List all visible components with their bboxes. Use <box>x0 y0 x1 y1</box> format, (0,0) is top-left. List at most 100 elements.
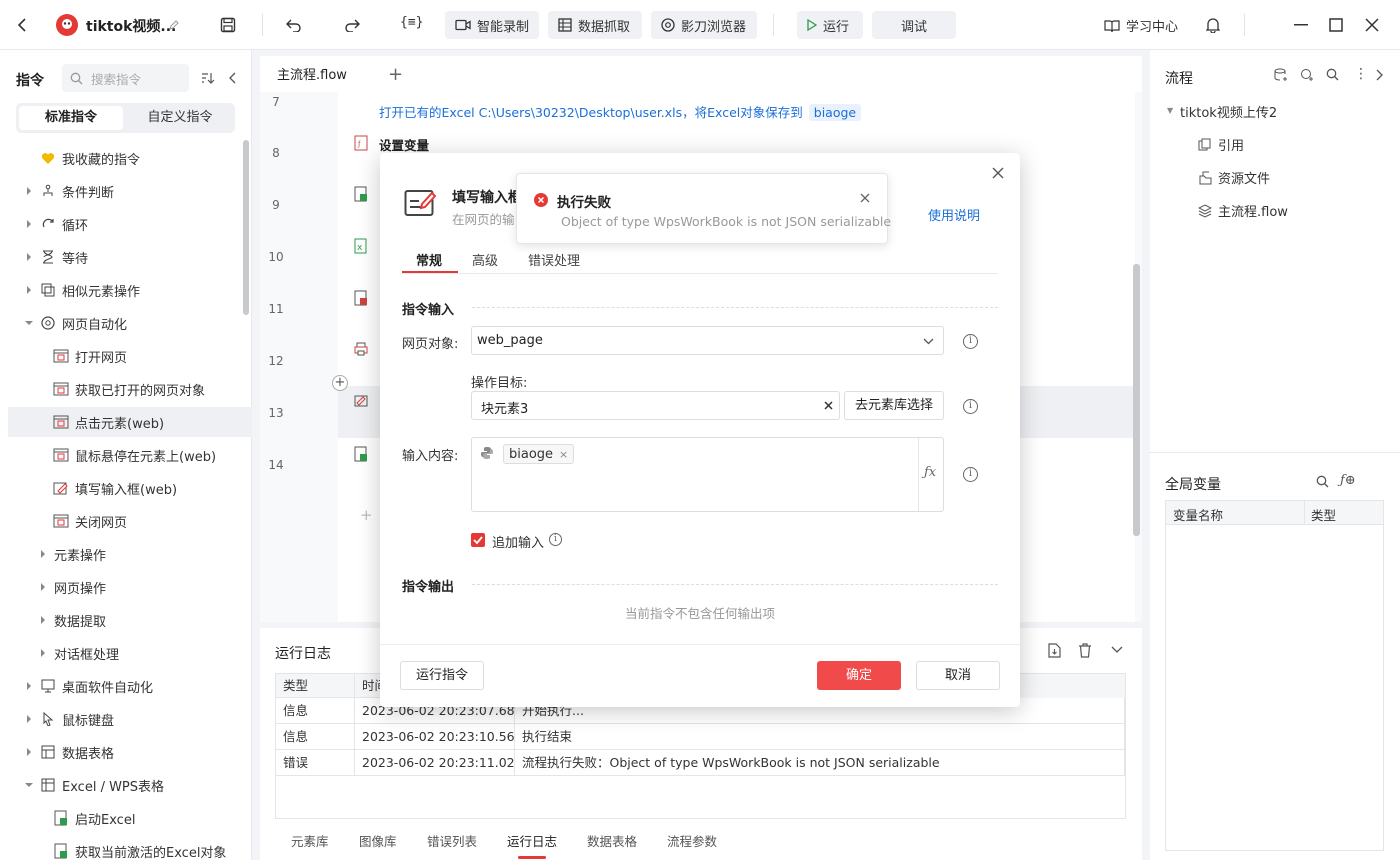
bottom-tab[interactable]: 错误列表 <box>427 831 477 850</box>
web-object-select[interactable]: web_page <box>471 326 944 355</box>
step-8-title[interactable]: 设置变量 <box>379 135 429 154</box>
command-tree-item[interactable]: 元素操作 <box>8 539 252 569</box>
command-tree-item[interactable]: 点击元素(web) <box>8 407 252 437</box>
add-flow-icon[interactable] <box>1274 68 1289 82</box>
caret-right-icon[interactable] <box>24 681 34 691</box>
command-tree-item[interactable]: 数据提取 <box>8 605 252 635</box>
flow-tree-resources[interactable]: 资源文件 <box>1198 168 1270 187</box>
append-input-checkbox[interactable] <box>471 533 485 547</box>
flow-search-icon[interactable] <box>1326 68 1339 81</box>
flow-tree-references[interactable]: 引用 <box>1198 135 1244 154</box>
run-command-button[interactable]: 运行指令 <box>400 661 484 690</box>
bell-icon[interactable] <box>1203 15 1223 35</box>
caret-down-icon[interactable] <box>24 780 34 790</box>
dialog-tab[interactable]: 错误处理 <box>528 250 580 269</box>
more-options-icon[interactable]: ⋮ <box>1354 67 1368 81</box>
help-link[interactable]: 使用说明 <box>928 205 980 224</box>
caret-right-icon[interactable] <box>38 648 48 658</box>
remove-tag-icon[interactable]: × <box>559 448 568 461</box>
caret-right-icon[interactable] <box>24 252 34 262</box>
rename-pen-icon[interactable] <box>164 15 184 35</box>
command-tree-item[interactable]: 打开网页 <box>8 341 252 371</box>
collapse-log-icon[interactable] <box>1111 646 1123 654</box>
command-tree-item[interactable]: 获取已打开的网页对象 <box>8 374 252 404</box>
caret-right-icon[interactable] <box>24 714 34 724</box>
caret-right-icon[interactable] <box>24 285 34 295</box>
close-dialog-icon[interactable] <box>992 167 1004 179</box>
command-tree-item[interactable]: 我收藏的指令 <box>8 143 252 173</box>
bottom-tab[interactable]: 流程参数 <box>667 831 717 850</box>
content-variable-tag[interactable]: biaoge × <box>503 444 575 464</box>
collapse-panel-icon[interactable] <box>222 68 242 88</box>
caret-right-icon[interactable] <box>38 549 48 559</box>
command-tree-item[interactable]: 等待 <box>8 242 252 272</box>
maximize-icon[interactable] <box>1326 15 1346 35</box>
tab-custom-commands[interactable]: 自定义指令 <box>128 106 232 130</box>
tab-standard-commands[interactable]: 标准指令 <box>19 106 123 130</box>
command-tree-item[interactable]: 条件判断 <box>8 176 252 206</box>
step-7-text[interactable]: 打开已有的Excel C:\Users\30232\Desktop\user.x… <box>379 102 862 121</box>
target-info-icon[interactable]: i <box>963 399 978 414</box>
undo-icon[interactable] <box>284 15 304 35</box>
content-info-icon[interactable]: i <box>963 467 978 482</box>
command-tree-item[interactable]: 对话框处理 <box>8 638 252 668</box>
save-icon[interactable] <box>218 15 238 35</box>
caret-right-icon[interactable] <box>38 582 48 592</box>
append-info-icon[interactable]: i <box>549 533 562 546</box>
sort-icon[interactable] <box>198 68 218 88</box>
collapse-right-icon[interactable] <box>1376 69 1384 81</box>
command-tree-item[interactable]: 数据表格 <box>8 737 252 767</box>
command-tree-item[interactable]: 鼠标键盘 <box>8 704 252 734</box>
command-tree-item[interactable]: 关闭网页 <box>8 506 252 536</box>
web-object-info-icon[interactable]: i <box>963 334 978 349</box>
content-input[interactable]: biaoge × ƒx <box>471 437 944 512</box>
run-button[interactable]: 运行 <box>797 11 863 39</box>
command-tree-item[interactable]: 获取当前激活的Excel对象 <box>8 836 252 860</box>
caret-down-icon[interactable] <box>24 318 34 328</box>
command-tree-item[interactable]: 鼠标悬停在元素上(web) <box>8 440 252 470</box>
flow-tree-main-flow[interactable]: 主流程.flow <box>1198 201 1288 220</box>
bottom-tab[interactable]: 运行日志 <box>507 831 557 850</box>
bottom-tab[interactable]: 元素库 <box>291 831 329 850</box>
command-tree-item[interactable]: 相似元素操作 <box>8 275 252 305</box>
command-search-input[interactable]: 搜索指令 <box>62 64 189 92</box>
element-library-button[interactable]: 去元素库选择 <box>844 391 944 420</box>
command-tree-item[interactable]: 桌面软件自动化 <box>8 671 252 701</box>
add-variable-fx-icon[interactable]: ƒ⊕ <box>1340 473 1356 488</box>
add-step-icon[interactable]: + <box>360 506 373 524</box>
caret-right-icon[interactable] <box>38 615 48 625</box>
fx-expression-icon[interactable]: ƒx <box>924 465 936 480</box>
cancel-button[interactable]: 取消 <box>916 661 1000 690</box>
bottom-tab[interactable]: 数据表格 <box>587 831 637 850</box>
editor-scrollbar[interactable] <box>1133 264 1140 536</box>
caret-right-icon[interactable] <box>24 219 34 229</box>
browser-button[interactable]: 影刀浏览器 <box>651 11 757 39</box>
redo-icon[interactable] <box>342 15 362 35</box>
command-tree-item[interactable]: Excel / WPS表格 <box>8 770 252 800</box>
confirm-button[interactable]: 确定 <box>817 661 901 690</box>
learning-center-link[interactable]: 学习中心 <box>1104 16 1178 35</box>
close-toast-icon[interactable] <box>860 193 870 203</box>
data-capture-button[interactable]: 数据抓取 <box>548 11 642 39</box>
export-log-icon[interactable] <box>1048 643 1061 658</box>
dialog-tab[interactable]: 常规 <box>416 250 442 269</box>
bottom-tab[interactable]: 图像库 <box>359 831 397 850</box>
minimize-icon[interactable] <box>1291 15 1311 35</box>
caret-right-icon[interactable] <box>24 747 34 757</box>
command-tree-item[interactable]: 网页操作 <box>8 572 252 602</box>
command-tree-item[interactable]: 填写输入框(web) <box>8 473 252 503</box>
clear-log-icon[interactable] <box>1078 643 1092 658</box>
back-icon[interactable] <box>12 15 32 35</box>
tree-caret-down-icon[interactable]: ▼ <box>1167 106 1173 115</box>
insert-step-button[interactable]: + <box>332 375 348 391</box>
command-tree-item[interactable]: 网页自动化 <box>8 308 252 338</box>
code-view-button[interactable]: {≡} <box>400 15 423 30</box>
command-tree-item[interactable]: 循环 <box>8 209 252 239</box>
flow-tree-root[interactable]: tiktok视频上传2 <box>1180 102 1277 121</box>
close-window-icon[interactable] <box>1362 15 1382 35</box>
left-scrollbar[interactable] <box>243 140 249 315</box>
add-tab-button[interactable]: + <box>388 64 403 85</box>
dialog-tab[interactable]: 高级 <box>472 250 498 269</box>
clear-target-icon[interactable] <box>824 401 833 410</box>
variable-search-icon[interactable] <box>1316 475 1329 488</box>
